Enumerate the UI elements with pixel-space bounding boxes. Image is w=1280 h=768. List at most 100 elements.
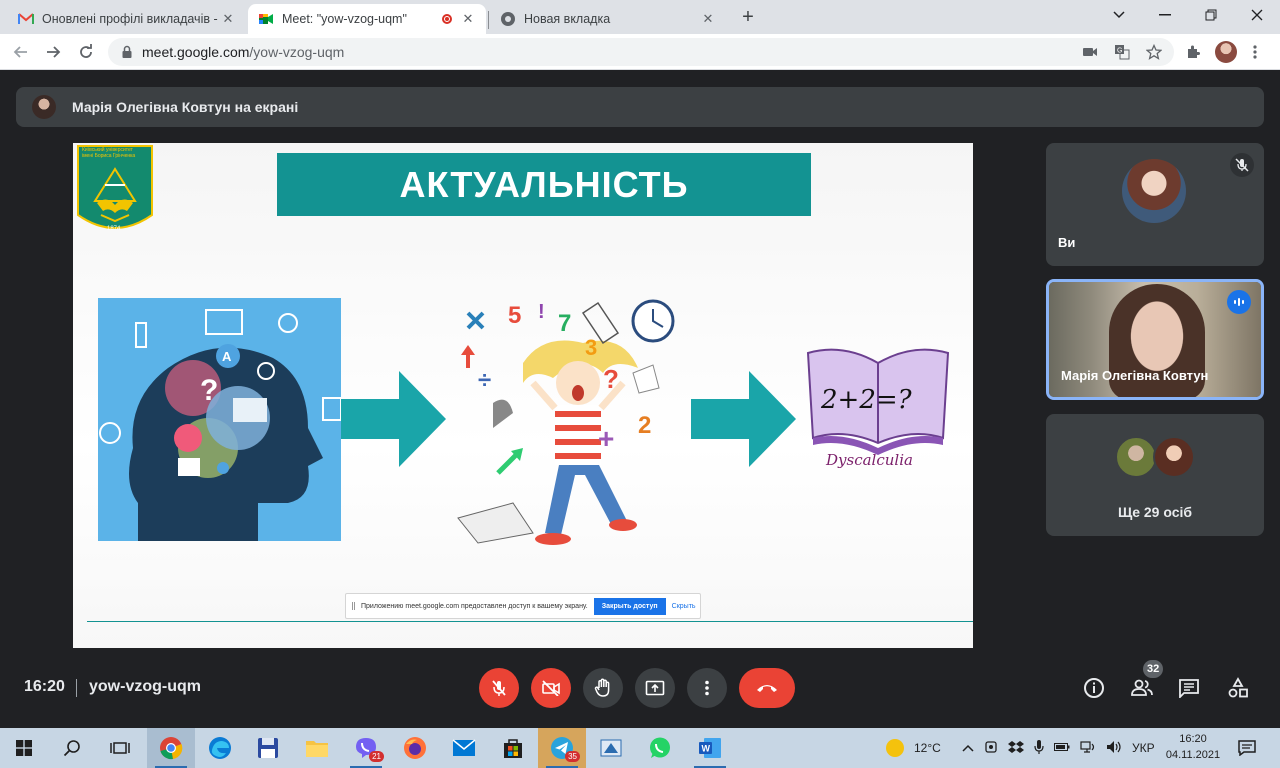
raise-hand-button[interactable] [583,668,623,708]
mail-icon [452,739,476,756]
leave-call-button[interactable] [739,668,795,708]
taskbar-mail[interactable] [440,728,488,768]
profile-avatar[interactable] [1215,41,1237,63]
participant-tile-self[interactable]: Ви [1046,143,1264,266]
taskbar-telegram[interactable]: 35 [538,728,586,768]
close-tab-icon[interactable]: ✕ [700,11,716,27]
logo-text: Київський університет імені Бориса Грінч… [82,147,150,159]
microphone-tray-icon[interactable] [1034,739,1044,757]
presenting-text: Марія Олегівна Ковтун на екрані [72,99,299,115]
lock-icon[interactable] [120,45,134,59]
meeting-details-button[interactable] [1081,675,1107,701]
new-tab-button[interactable]: + [736,6,760,28]
back-button[interactable] [8,40,34,64]
dropbox-icon[interactable] [1008,740,1024,757]
tab-title: Оновлені профілі викладачів - I [42,12,220,26]
clock-time: 16:20 [1179,733,1207,745]
camera-in-use-icon[interactable] [1081,43,1099,61]
taskbar-file-explorer[interactable] [293,728,341,768]
restore-button[interactable] [1188,0,1234,30]
microphone-toggle-button[interactable] [479,668,519,708]
camera-toggle-button[interactable] [531,668,571,708]
chevron-up-icon[interactable] [962,741,974,755]
more-options-button[interactable] [687,668,727,708]
logo-text-line: імені Бориса Грінченка [82,153,136,159]
more-participants-tile[interactable]: Ще 29 осіб [1046,414,1264,536]
sun-icon [886,739,904,757]
taskbar-store[interactable] [489,728,537,768]
logo-year: 1874 [107,226,121,232]
chat-button[interactable] [1176,675,1202,701]
book-equation: 2+2=? [820,385,913,415]
taskbar-firefox[interactable] [391,728,439,768]
university-logo [77,145,153,229]
activities-button[interactable] [1225,675,1251,701]
svg-text:W: W [702,744,711,754]
battery-icon[interactable] [1054,741,1070,755]
close-tab-icon[interactable]: ✕ [460,11,476,27]
wifi-icon[interactable] [1080,740,1096,757]
people-button[interactable] [1129,675,1155,701]
reload-button[interactable] [73,40,99,64]
minimize-button[interactable] [1142,0,1188,30]
shared-screen: Київський університет імені Бориса Грінч… [73,143,973,648]
slide-title: АКТУАЛЬНІСТЬ [399,163,689,205]
chat-icon [1179,679,1199,698]
taskbar-word[interactable]: W [686,728,734,768]
tab-strip: Оновлені профілі викладачів - I ✕ Meet: … [0,0,1280,34]
chrome-icon [160,737,183,760]
notifications-button[interactable] [1224,728,1270,768]
network-share-icon[interactable] [984,740,998,757]
bookmark-star-icon[interactable] [1145,43,1163,61]
hide-button[interactable]: Скрыть [672,603,696,610]
confused-kid-illustration: 5 ! 7 3 ? 2 + ÷ [457,299,675,545]
mic-off-icon [1230,153,1254,177]
stop-sharing-button[interactable]: Закрыть доступ [593,597,666,615]
tab-search-icon[interactable] [1096,0,1142,30]
tab-new[interactable]: Новая вкладка ✕ [490,4,726,34]
task-view-button[interactable] [96,728,144,768]
telegram-badge: 35 [565,751,580,762]
meeting-code: yow-vzog-uqm [89,678,201,695]
url-path: /yow-vzog-uqm [249,44,345,60]
people-icon [1131,679,1153,696]
meeting-time: 16:20 [24,678,65,695]
taskbar-paint[interactable] [587,728,635,768]
close-window-button[interactable] [1234,0,1280,30]
kid-symbol: 7 [558,310,571,337]
search-button[interactable] [48,728,96,768]
taskbar-clock[interactable]: 16:20 04.11.2021 [1162,731,1224,763]
translate-icon[interactable]: G [1113,43,1131,61]
volume-icon[interactable] [1106,740,1122,757]
taskbar-whatsapp[interactable] [636,728,684,768]
presenting-banner: Марія Олегівна Ковтун на екрані [16,87,1264,127]
kid-symbol: 5 [508,302,521,329]
taskbar-chrome[interactable] [147,728,195,768]
address-bar[interactable]: meet.google.com/yow-vzog-uqm [108,38,1174,66]
taskbar-viber[interactable]: 21 [342,728,390,768]
menu-kebab-icon[interactable] [1245,42,1265,62]
start-button[interactable] [0,728,48,768]
present-screen-button[interactable] [635,668,675,708]
participant-name: Ви [1058,235,1076,250]
extensions-icon[interactable] [1183,42,1203,62]
participant-avatar [1153,436,1195,478]
mic-off-icon [492,680,506,696]
kid-symbol: ÷ [478,367,491,394]
participant-tile-presenter[interactable]: Марія Олегівна Ковтун [1046,279,1264,400]
drag-handle-icon[interactable] [352,602,355,610]
tab-gmail[interactable]: Оновлені профілі викладачів - I ✕ [8,4,246,34]
taskbar-edge[interactable] [196,728,244,768]
url-text: meet.google.com/yow-vzog-uqm [142,44,344,60]
tab-title: Новая вкладка [524,12,611,26]
taskbar-save-app[interactable] [244,728,292,768]
system-tray: УКР [962,728,1155,768]
weather-widget[interactable]: 12°C [886,728,941,768]
url-host: meet.google.com [142,44,250,60]
close-tab-icon[interactable]: ✕ [220,11,236,27]
recording-icon [442,14,452,24]
tab-meet[interactable]: Meet: "yow-vzog-uqm" ✕ [248,4,486,34]
keyboard-language[interactable]: УКР [1132,741,1155,755]
forward-button[interactable] [40,40,66,64]
screen-share-notification: Приложению meet.google.com предоставлен … [345,593,701,619]
